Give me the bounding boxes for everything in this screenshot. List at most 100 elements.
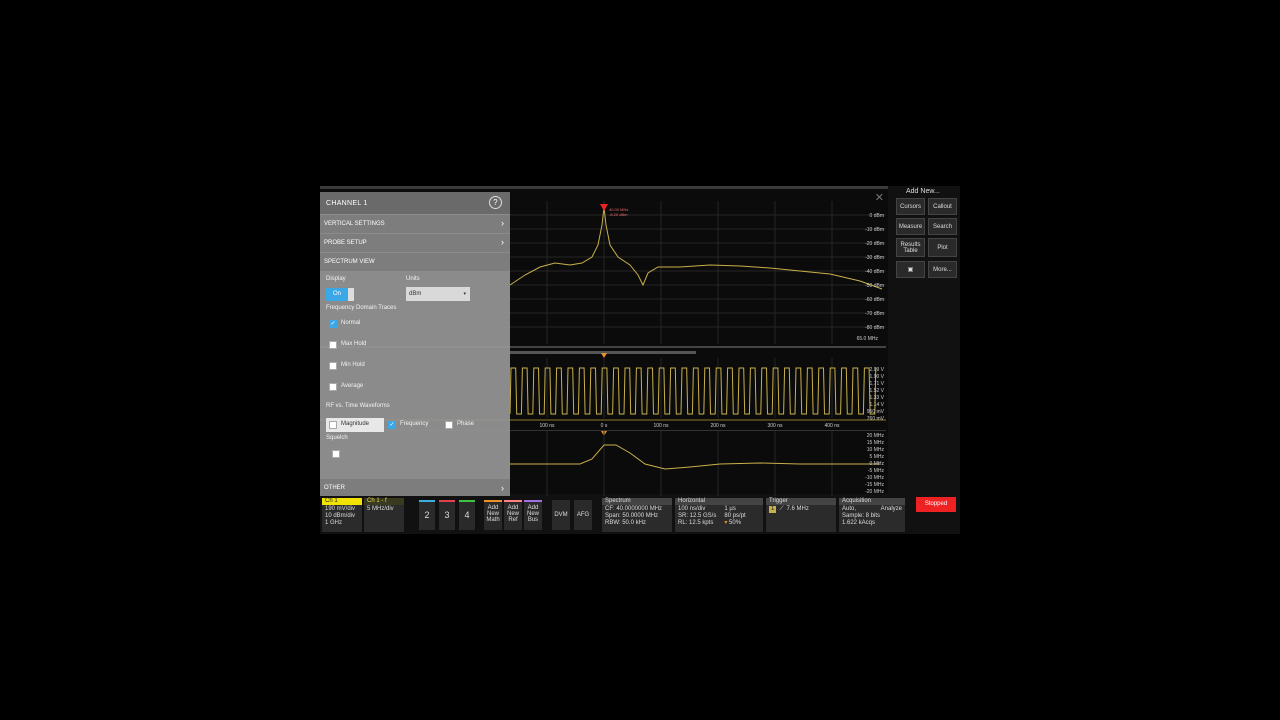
volt-label: 760 mV — [867, 416, 885, 422]
chevron-right-icon: › — [501, 483, 504, 493]
ch1f-line: 5 MHz/div — [367, 506, 394, 512]
section-spectrum-view[interactable]: SPECTRUM VIEW — [320, 253, 510, 271]
peak-marker-level: -8.20 dBm — [609, 212, 628, 217]
afg-button[interactable]: AFG — [574, 500, 592, 530]
acquisition-line: 1.622 kAcqs — [842, 520, 876, 526]
span-end-freq: 65.0 MHz — [857, 336, 879, 342]
rf-option-label: Frequency — [400, 421, 429, 427]
section-other[interactable]: OTHER › — [320, 479, 510, 497]
rising-edge-icon: ⟋ — [779, 506, 784, 512]
callout-button[interactable]: Callout — [928, 198, 957, 215]
section-label: SPECTRUM VIEW — [324, 259, 375, 265]
horizontal-line: 1 µs — [724, 506, 736, 512]
time-tick-label: 200 ns — [710, 423, 726, 429]
trigger-value: 7.6 MHz — [786, 506, 809, 512]
chevron-right-icon: › — [501, 218, 504, 228]
frequency-trace — [510, 444, 880, 470]
search-button[interactable]: Search — [928, 218, 957, 235]
time-trace — [509, 367, 877, 415]
freq-label: -10 MHz — [865, 475, 884, 481]
horizontal-line: 100 ns/div — [678, 506, 706, 512]
phase-checkbox[interactable] — [445, 421, 453, 429]
add-ref-button[interactable]: Add New Ref — [504, 500, 522, 530]
chevron-down-icon: ▾ — [463, 291, 466, 297]
units-dropdown[interactable]: dBm ▾ — [406, 287, 470, 301]
section-vertical-settings[interactable]: VERTICAL SETTINGS › — [320, 215, 510, 233]
ch1-frequency-badge[interactable]: Ch 1 - f 5 MHz/div — [364, 498, 404, 532]
trigger-position-icon — [601, 353, 607, 358]
ch1f-header: Ch 1 - f — [364, 498, 404, 505]
acquisition-badge[interactable]: Acquisition Auto, Analyze Sample: 8 bits… — [839, 498, 905, 532]
spectrum-line: Span: 50.0000 MHz — [605, 513, 659, 519]
section-probe-setup[interactable]: PROBE SETUP › — [320, 234, 510, 252]
horizontal-line: 50% — [729, 520, 742, 526]
ref-label: -30 dBm — [865, 255, 884, 261]
panel-title: CHANNEL 1 — [326, 199, 368, 207]
ch1-badge[interactable]: Ch 1 190 mV/div 10 dBm/div 1 GHz — [322, 498, 362, 532]
run-stop-status[interactable]: Stopped — [916, 497, 956, 512]
normal-checkbox[interactable]: ✓ — [329, 320, 337, 328]
min-hold-checkbox[interactable] — [329, 362, 337, 370]
results-table-button[interactable]: Results Table — [896, 238, 925, 257]
display-label: Display — [326, 276, 346, 282]
panel-header: CHANNEL 1 ? — [320, 192, 510, 214]
squelch-checkbox[interactable] — [332, 450, 340, 458]
display-toggle[interactable]: On — [326, 288, 348, 301]
volt-label: 1.90 V — [870, 374, 885, 380]
add-math-button[interactable]: Add New Math — [484, 500, 502, 530]
add-bus-button[interactable]: Add New Bus — [524, 500, 542, 530]
volt-label: 1.14 V — [870, 402, 885, 408]
units-label: Units — [406, 276, 420, 282]
add-new-menu: Add New... Cursors Callout Measure Searc… — [892, 186, 960, 286]
ref-label: -40 dBm — [865, 269, 884, 275]
horizontal-line: RL: 12.5 kpts — [678, 520, 714, 526]
channel-3-button[interactable]: 3 — [439, 500, 455, 530]
acquisition-header: Acquisition — [839, 498, 905, 505]
max-hold-checkbox[interactable] — [329, 341, 337, 349]
ref-label: -80 dBm — [865, 325, 884, 331]
screenshot-button[interactable]: ▣ — [896, 261, 925, 278]
freq-label: 20 MHz — [867, 433, 885, 439]
volt-label: 950 mV — [867, 409, 885, 415]
section-label: VERTICAL SETTINGS — [324, 221, 385, 227]
acquisition-line: Sample: 8 bits — [842, 513, 881, 519]
magnitude-checkbox[interactable] — [329, 421, 337, 429]
channel-2-button[interactable]: 2 — [419, 500, 435, 530]
time-tick-label: 300 ns — [767, 423, 783, 429]
acquisition-line: Auto, — [842, 506, 857, 512]
time-tick-label: 100 ns — [539, 423, 555, 429]
average-checkbox[interactable] — [329, 383, 337, 391]
plot-button[interactable]: Plot — [928, 238, 957, 257]
volt-label: 1.71 V — [870, 381, 885, 387]
frequency-checkbox[interactable]: ✓ — [388, 421, 396, 429]
dvm-button[interactable]: DVM — [552, 500, 570, 530]
trigger-badge[interactable]: Trigger 1 ⟋ 7.6 MHz — [766, 498, 836, 532]
measure-button[interactable]: Measure — [896, 218, 925, 235]
channel-settings-panel: CHANNEL 1 ? VERTICAL SETTINGS › PROBE SET… — [320, 192, 510, 498]
image-icon: ▣ — [907, 266, 914, 273]
settings-bar: Ch 1 190 mV/div 10 dBm/div 1 GHz Ch 1 - … — [320, 496, 960, 534]
horizontal-line: SR: 12.5 GS/s — [678, 513, 717, 519]
rf-option-label: Phase — [457, 421, 475, 427]
more-button[interactable]: More... — [928, 261, 957, 278]
rf-option-label: Magnitude — [341, 421, 370, 427]
ch1-line: 10 dBm/div — [325, 513, 356, 519]
rf-time-label: RF vs. Time Waveforms — [326, 403, 390, 409]
freq-label: 10 MHz — [867, 447, 885, 453]
horizontal-badge[interactable]: Horizontal 100 ns/div SR: 12.5 GS/s RL: … — [675, 498, 763, 532]
spectrum-badge[interactable]: Spectrum CF: 40.0000000 MHz Span: 50.000… — [602, 498, 672, 532]
help-icon[interactable]: ? — [489, 196, 502, 209]
horizontal-header: Horizontal — [675, 498, 763, 505]
ref-label: -10 dBm — [865, 227, 884, 233]
trigger-source: 1 — [769, 506, 777, 513]
cursors-button[interactable]: Cursors — [896, 198, 925, 215]
fdt-label: Frequency Domain Traces — [326, 305, 397, 311]
section-label: OTHER — [324, 485, 345, 491]
waveform-display[interactable]: ✕ 40.00 MHz -8.20 dBm 0 dBm -10 dBm -20 … — [320, 186, 888, 498]
freq-label: -20 MHz — [865, 489, 884, 495]
volt-label: 1.33 V — [870, 395, 885, 401]
spectrum-line: CF: 40.0000000 MHz — [605, 506, 663, 512]
section-label: PROBE SETUP — [324, 240, 367, 246]
channel-4-button[interactable]: 4 — [459, 500, 475, 530]
ref-label: -60 dBm — [865, 297, 884, 303]
